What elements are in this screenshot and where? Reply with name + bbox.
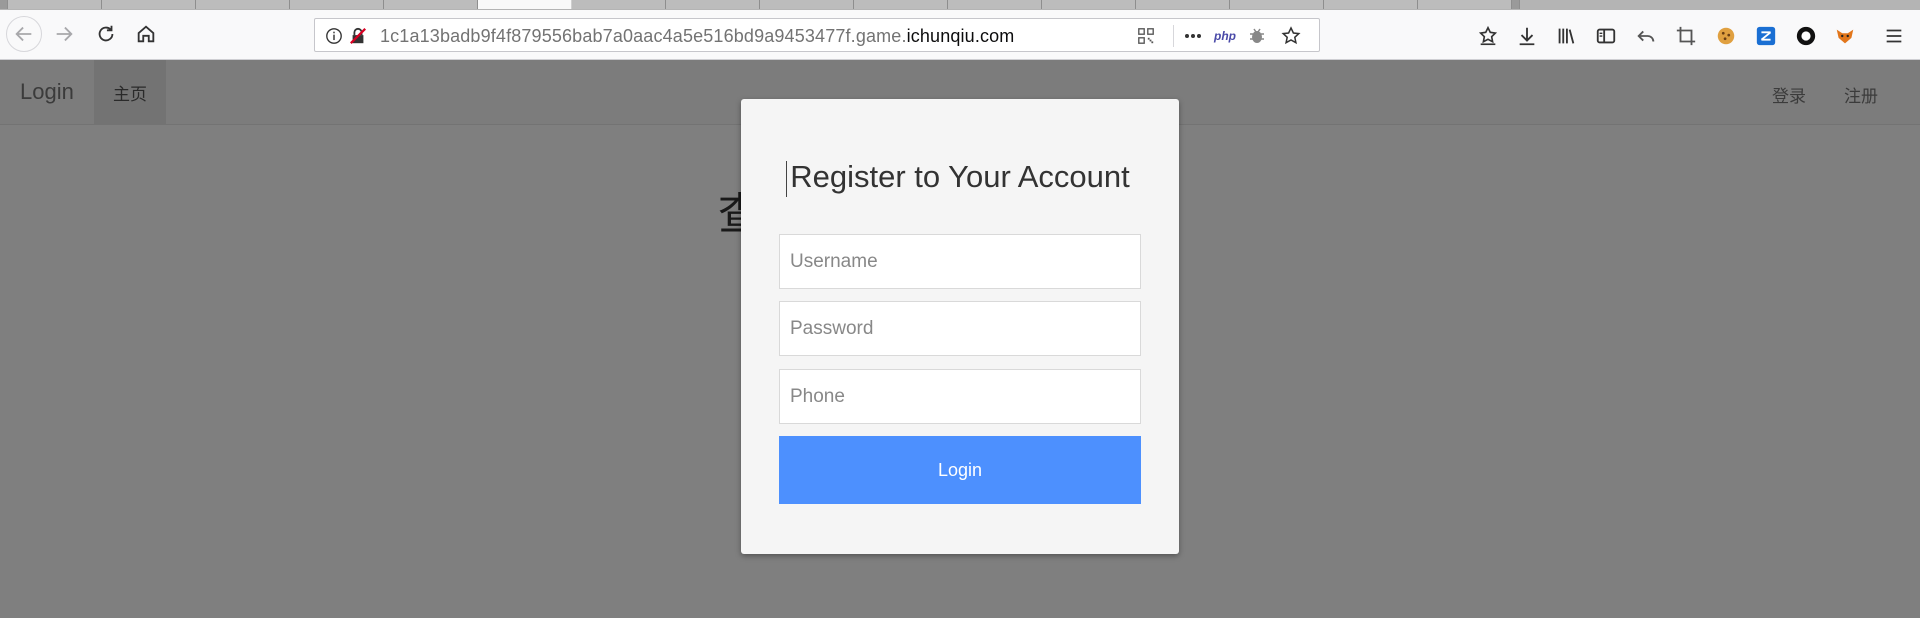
url-separator [1173,25,1174,47]
url-domain: ichunqiu.com [906,26,1015,46]
home-button[interactable] [128,16,164,52]
menu-icon[interactable] [1882,24,1906,48]
bug-addon-icon[interactable] [1247,26,1267,46]
browser-toolbar: 1c1a13badb9f4f879556bab7a0aac4a5e516bd9a… [0,10,1920,60]
url-prefix: 1c1a13badb9f4f879556bab7a0aac4a5e516bd9a… [380,26,907,46]
reload-icon [98,25,114,42]
screenshot-crop-icon[interactable] [1674,24,1698,48]
undo-arrow-icon[interactable] [1634,24,1658,48]
address-bar[interactable]: 1c1a13badb9f4f879556bab7a0aac4a5e516bd9a… [314,18,1320,52]
username-input[interactable] [779,234,1141,289]
browser-tab[interactable] [666,0,760,9]
browser-tab-active[interactable] [478,0,572,9]
bookmark-star-icon[interactable] [1281,26,1301,46]
modal-title: Register to Your Account [790,159,1130,194]
php-addon-icon[interactable]: php [1211,26,1239,46]
browser-tab[interactable] [1042,0,1136,9]
download-icon[interactable] [1515,24,1539,48]
browser-tab[interactable] [854,0,948,9]
sidebar-icon[interactable] [1594,24,1618,48]
info-icon[interactable] [325,27,343,45]
tab-strip [0,0,1920,10]
fox-addon-icon[interactable] [1833,24,1857,48]
tab-edge [0,0,8,9]
browser-tab[interactable] [384,0,478,9]
url-text[interactable]: 1c1a13badb9f4f879556bab7a0aac4a5e516bd9a… [380,26,1014,47]
browser-tab[interactable] [102,0,196,9]
ring-addon-icon[interactable] [1794,24,1818,48]
page-actions-icon[interactable] [1183,26,1203,46]
phone-input[interactable] [779,369,1141,424]
insecure-lock-icon[interactable] [349,27,367,45]
text-cursor [786,161,787,197]
reload-button[interactable] [88,16,124,52]
browser-tab[interactable] [760,0,854,9]
qr-code-icon[interactable] [1136,26,1156,46]
library-icon[interactable] [1554,24,1578,48]
register-modal: Register to Your Account Login [741,99,1179,554]
browser-tab[interactable] [196,0,290,9]
browser-tab[interactable] [290,0,384,9]
browser-tab[interactable] [1324,0,1418,9]
browser-tab[interactable] [948,0,1042,9]
browser-tab[interactable] [572,0,666,9]
cookie-icon[interactable] [1714,24,1738,48]
arrow-left-icon [15,26,32,42]
browser-tab[interactable] [8,0,102,9]
zhihu-addon-icon[interactable] [1754,24,1778,48]
password-input[interactable] [779,301,1141,356]
tab-edge [1512,0,1520,9]
back-button[interactable] [6,16,42,52]
browser-tab[interactable] [1418,0,1512,9]
arrow-right-icon [56,26,73,42]
login-button[interactable]: Login [779,436,1141,504]
forward-button[interactable] [46,16,82,52]
home-icon [137,25,155,43]
save-to-pocket-icon[interactable] [1476,24,1500,48]
browser-tab[interactable] [1136,0,1230,9]
browser-tab[interactable] [1230,0,1324,9]
